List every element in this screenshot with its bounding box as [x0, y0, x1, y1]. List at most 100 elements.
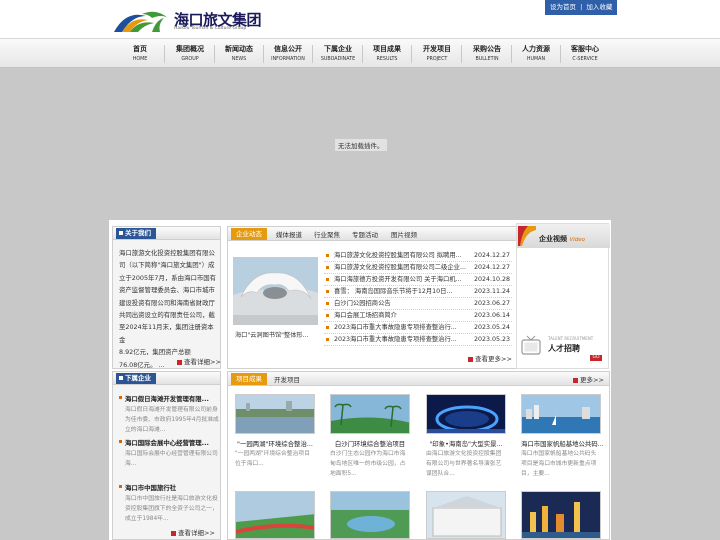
bullet-icon	[119, 396, 122, 399]
news-more-link[interactable]: 查看更多>>	[468, 353, 512, 363]
nav-divider	[461, 45, 462, 63]
set-homepage-link[interactable]: 设为首页	[550, 3, 576, 11]
news-title: 海口旅游文化投资控股集团有限公司二级企业...	[334, 264, 466, 271]
project-card[interactable]: 海口市国家帆船基地公共码... 海口市国家帆船基地公共码头项目是海口市城市更新重…	[521, 394, 604, 479]
project-card[interactable]: 白沙门环境综合整治项目 白沙门生态公园作为海口市海甸岛地区唯一的市级公园，占地面…	[330, 394, 410, 479]
impression-hainan-photo	[427, 395, 505, 433]
about-line: 司（以下简称"海口旅文集团"）成	[119, 261, 215, 270]
subsidiary-item[interactable]: 海口假日海滩开发管理有限... 海口假日海滩开发管理有限公司前身为佳市委、市政府…	[119, 394, 219, 435]
news-item[interactable]: 海口旅游文化投资控股集团有限公司二级企业... 2024.12.27	[324, 262, 512, 274]
nav-bulletin[interactable]: 采购公告 BULLETIN	[463, 44, 511, 62]
subsidiaries-title: 下属企业	[125, 374, 151, 382]
subsidiary-name: 海口假日海滩开发管理有限...	[119, 394, 219, 403]
nav-project[interactable]: 开发项目 PROJECT	[413, 44, 461, 62]
tab-company-news[interactable]: 企业动态	[231, 228, 267, 240]
nav-label: 客服中心	[571, 44, 599, 53]
subsidiary-item[interactable]: 海口国际会展中心经营管理... 海口国际会展中心经营管理有限公司海...	[119, 438, 219, 469]
subsidiaries-more-link[interactable]: 查看详细>>	[171, 527, 215, 537]
talent-go-button[interactable]: GO	[590, 355, 602, 361]
project-thumbnail[interactable]	[521, 491, 601, 539]
project-card[interactable]: "印象•海南岛"大型实景... 由海口旅游文化投资控股集团有限公司与世界著名导演…	[426, 394, 506, 479]
news-item[interactable]: 海口旅游文化投资控股集团有限公司 拟聘用... 2024.12.27	[324, 250, 512, 262]
video-header: 企业视频 Video	[517, 224, 610, 248]
news-title: 海口海旅德方投资开发有限公司 关于海口机...	[334, 276, 462, 283]
project-thumbnail[interactable]	[330, 491, 410, 539]
news-item[interactable]: 白沙门公园招商公告 2023.06.27	[324, 298, 512, 310]
video-player[interactable]	[519, 250, 607, 336]
talent-cn: 人才招聘	[548, 344, 580, 353]
projects-more-link[interactable]: 更多>>	[573, 374, 604, 384]
tab-media-reports[interactable]: 媒体报道	[276, 229, 302, 239]
tab-project-results[interactable]: 项目成果	[231, 373, 267, 385]
talent-en: TALENT RECRUITMENT	[548, 336, 594, 341]
nav-group[interactable]: 集团概况 GROUP	[166, 44, 214, 62]
project-thumbnail[interactable]	[426, 491, 506, 539]
news-photo-caption[interactable]: 海口"云洞图书馆"整体形...	[235, 330, 315, 339]
project-title: 白沙门环境综合整治项目	[334, 440, 406, 448]
news-title: 2023海口市重大事故隐患专项排查整治行...	[334, 324, 457, 331]
top-links: 设为首页 | 加入收藏	[545, 0, 618, 15]
bullet-icon	[326, 266, 329, 269]
nav-label-en: C-SERVICE	[572, 57, 598, 62]
nav-label: 项目成果	[373, 44, 401, 53]
video-title-en: Video	[569, 237, 585, 243]
project-image	[521, 394, 601, 434]
square-bullet-icon	[177, 359, 182, 365]
news-item[interactable]: 2023海口市重大事故隐患专项排查整治行... 2023.05.24	[324, 322, 512, 334]
nav-human[interactable]: 人力资源 HUMAN	[512, 44, 560, 62]
project-card[interactable]: "一园两湖"环境综合整治... "一园两湖"环境综合整治项目位于海口...	[235, 394, 315, 469]
news-item[interactable]: 海口会展工场招商简介 2023.06.14	[324, 310, 512, 322]
bullet-icon	[326, 302, 329, 305]
plugin-error-message: 无法加载插件。	[335, 139, 387, 151]
square-bullet-icon	[119, 231, 123, 235]
nav-label: 开发项目	[423, 44, 451, 53]
news-title: 2023海口市重大事故隐患专项排查整治行...	[334, 336, 457, 343]
nav-subordinate[interactable]: 下属企业 SUBOADINATE	[314, 44, 362, 62]
news-item[interactable]: 喜雪： 海南岛国际音乐节将于12月10日... 2023.11.24	[324, 286, 512, 298]
nav-label: 信息公开	[274, 44, 302, 53]
top-links-separator: |	[580, 3, 583, 11]
subsidiary-desc: 海口假日海滩开发管理有限公司前身为佳市委、市政府1995年4月批准成立的海口海滩…	[125, 407, 219, 433]
news-photo[interactable]	[233, 257, 318, 325]
nav-label: 采购公告	[473, 44, 501, 53]
project-photo-6	[331, 492, 409, 538]
subsidiary-item[interactable]: 海口市中国旅行社 海口市中国旅行社是海口旅游文化投资控股集团旗下的全资子公司之一…	[119, 483, 219, 524]
news-date: 2023.06.14	[473, 312, 510, 319]
nav-news[interactable]: 新闻动态 NEWS	[215, 44, 263, 62]
news-title: 白沙门公园招商公告	[334, 300, 391, 307]
subsidiary-name-text: 海口市中国旅行社	[125, 484, 177, 492]
news-item[interactable]: 海口海旅德方投资开发有限公司 关于海口机... 2024.10.28	[324, 274, 512, 286]
tab-photo-video[interactable]: 图片视频	[391, 229, 417, 239]
about-title-tag: 关于我们	[116, 228, 156, 239]
tab-special-events[interactable]: 专题活动	[352, 229, 378, 239]
nav-information[interactable]: 信息公开 INFORMATION	[264, 44, 312, 62]
square-bullet-icon	[119, 376, 123, 380]
project-thumbnail[interactable]	[235, 491, 315, 539]
subsidiaries-title-tag: 下属企业	[116, 373, 156, 384]
talent-recruit-banner[interactable]: TALENT RECRUITMENT 人才招聘 GO	[520, 331, 604, 363]
about-more-link[interactable]: 查看详细>>	[177, 356, 221, 366]
video-title: 企业视频 Video	[539, 234, 585, 244]
nav-home[interactable]: 首页 HOME	[116, 44, 164, 62]
news-date: 2024.12.27	[473, 252, 510, 259]
lake-park-photo	[236, 395, 314, 433]
news-box: 企业动态 媒体报道 行业聚焦 专题活动 图片视频 海口"云洞图书馆"整体形...…	[227, 226, 518, 369]
tab-industry-focus[interactable]: 行业聚焦	[314, 229, 340, 239]
nav-label: 集团概况	[176, 44, 204, 53]
logo[interactable]: 海口旅文集团 Haikou Tourism & Culture Group	[112, 8, 282, 34]
project-photo-5	[236, 492, 314, 538]
about-line: 建设投资有限公司和海南省财政厅	[119, 298, 215, 307]
nav-service[interactable]: 客服中心 C-SERVICE	[561, 44, 609, 62]
nav-results[interactable]: 项目成果 RESULTS	[363, 44, 411, 62]
news-date: 2024.12.27	[473, 264, 510, 271]
news-title: 海口会展工场招商简介	[334, 312, 397, 319]
subsidiaries-box: 下属企业 海口假日海滩开发管理有限... 海口假日海滩开发管理有限公司前身为佳市…	[112, 371, 221, 540]
nav-label-en: INFORMATION	[271, 57, 305, 62]
add-favorite-link[interactable]: 加入收藏	[586, 3, 612, 11]
nav-label-en: GROUP	[181, 57, 199, 62]
bullet-icon	[119, 485, 122, 488]
nav-label: 新闻动态	[225, 44, 253, 53]
tab-development-projects[interactable]: 开发项目	[274, 374, 300, 384]
news-item[interactable]: 2023海口市重大事故隐患专项排查整治行... 2023.05.23	[324, 334, 512, 346]
bullet-icon	[326, 314, 329, 317]
